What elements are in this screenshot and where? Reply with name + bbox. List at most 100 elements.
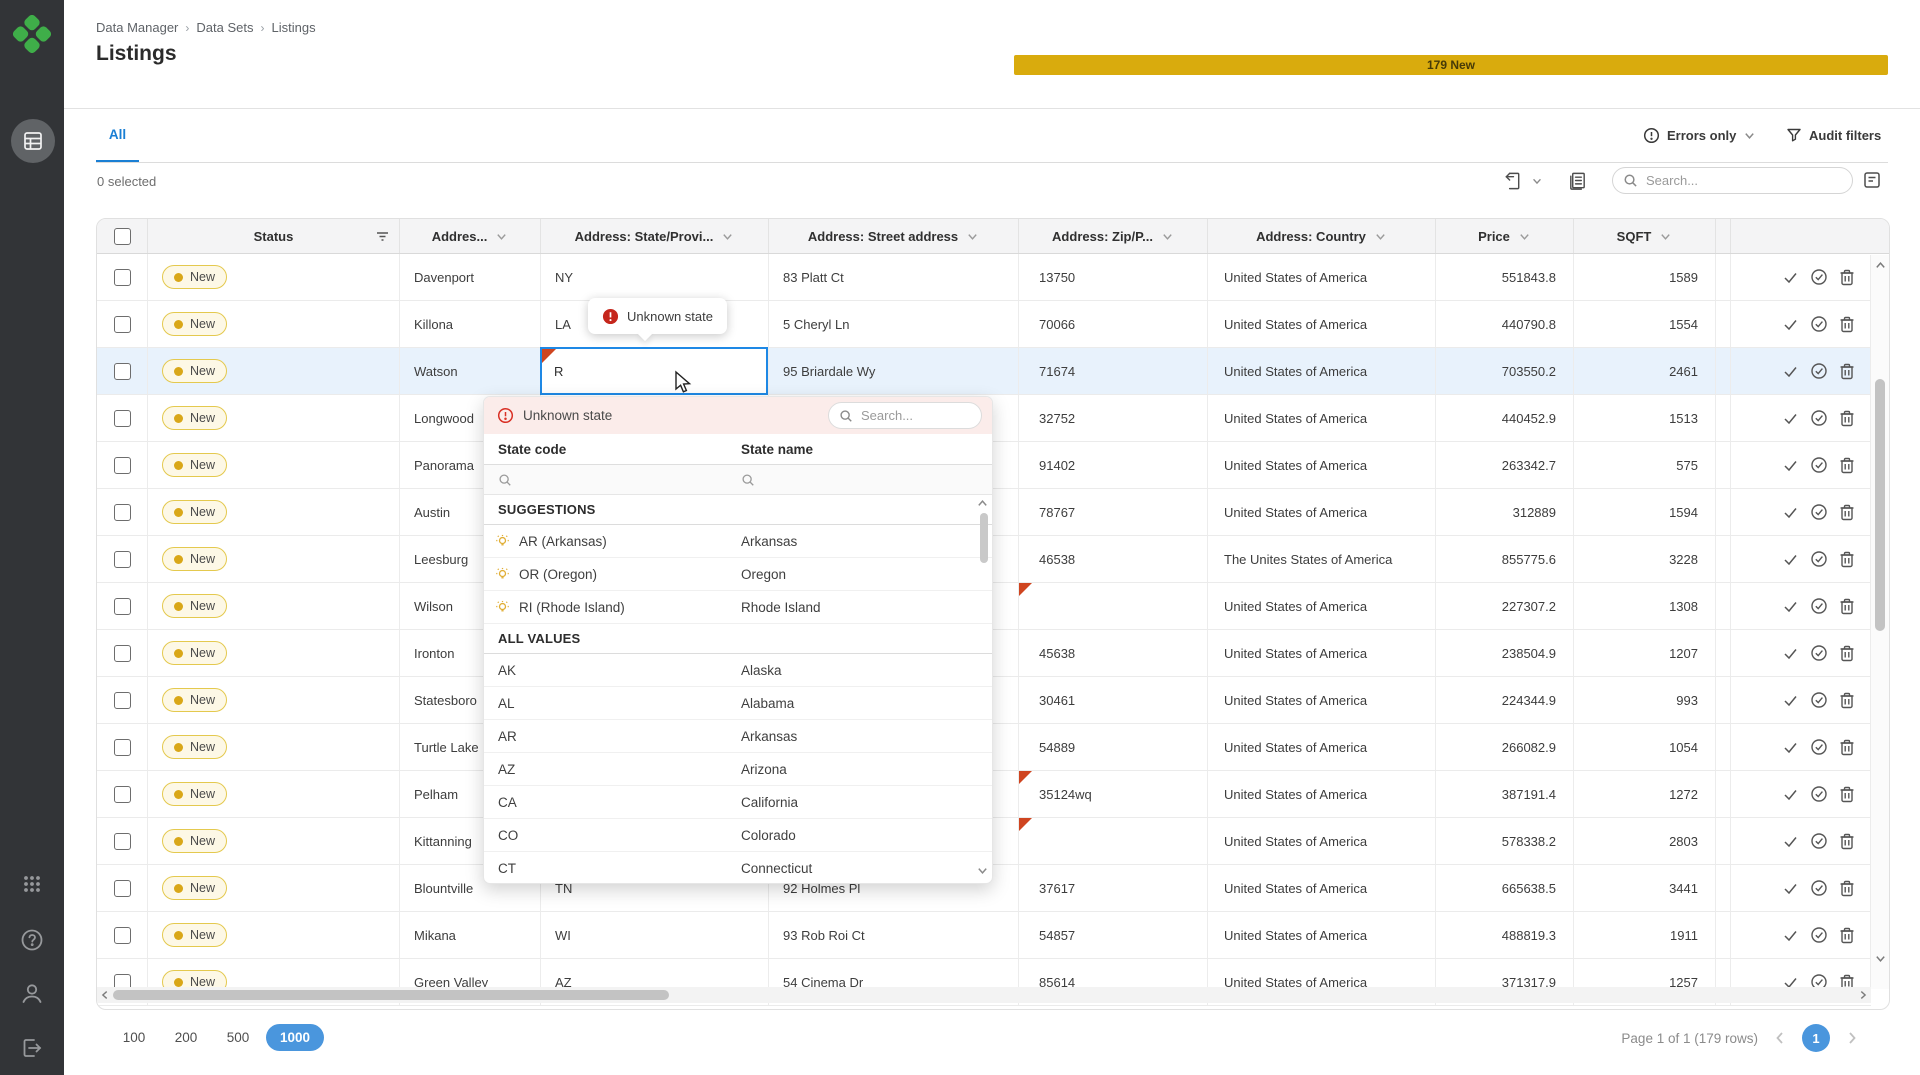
country-cell[interactable]: United States of America <box>1208 818 1436 864</box>
resolve-icon[interactable] <box>1810 597 1828 615</box>
price-cell[interactable]: 488819.3 <box>1436 912 1574 958</box>
row-checkbox[interactable] <box>114 410 131 427</box>
resolve-icon[interactable] <box>1810 456 1828 474</box>
table-row[interactable]: NewWatson95 Briardale Wy71674United Stat… <box>97 348 1871 395</box>
row-checkbox[interactable] <box>114 927 131 944</box>
resolve-icon[interactable] <box>1810 268 1828 286</box>
select-all-checkbox[interactable] <box>114 228 131 245</box>
row-checkbox[interactable] <box>114 363 131 380</box>
chevron-down-icon[interactable] <box>721 230 734 243</box>
street-cell[interactable]: 95 Briardale Wy <box>769 348 1019 394</box>
column-header-Address: Street address[interactable]: Address: Street address <box>769 219 1019 253</box>
price-cell[interactable]: 578338.2 <box>1436 818 1574 864</box>
table-row[interactable]: NewKillonaLA5 Cheryl Ln70066United State… <box>97 301 1871 348</box>
resolve-icon[interactable] <box>1810 503 1828 521</box>
state-option[interactable]: RI (Rhode Island)Rhode Island <box>484 591 992 624</box>
state-option[interactable]: CACalifornia <box>484 786 992 819</box>
sqft-cell[interactable]: 2461 <box>1574 348 1716 394</box>
delete-icon[interactable] <box>1839 644 1855 662</box>
breadcrumb-item[interactable]: Listings <box>271 20 315 35</box>
price-cell[interactable]: 440790.8 <box>1436 301 1574 347</box>
user-icon[interactable] <box>0 976 64 1012</box>
delete-icon[interactable] <box>1839 409 1855 427</box>
horizontal-scrollbar-thumb[interactable] <box>113 990 669 1000</box>
delete-icon[interactable] <box>1839 597 1855 615</box>
zip-cell[interactable]: 37617 <box>1019 865 1208 911</box>
column-header-Address: Country[interactable]: Address: Country <box>1208 219 1436 253</box>
sqft-cell[interactable]: 1594 <box>1574 489 1716 535</box>
scroll-right-icon[interactable] <box>1857 989 1869 1001</box>
state-option[interactable]: ARArkansas <box>484 720 992 753</box>
audit-filters-button[interactable]: Audit filters <box>1786 127 1881 143</box>
page-size-100[interactable]: 100 <box>110 1024 158 1051</box>
sqft-cell[interactable]: 1207 <box>1574 630 1716 676</box>
price-cell[interactable]: 312889 <box>1436 489 1574 535</box>
scroll-down-icon[interactable] <box>976 864 989 877</box>
price-cell[interactable]: 703550.2 <box>1436 348 1574 394</box>
zip-cell[interactable]: 13750 <box>1019 254 1208 300</box>
zip-cell[interactable]: 78767 <box>1019 489 1208 535</box>
app-logo-clover-icon[interactable] <box>0 12 64 56</box>
state-option[interactable]: AZArizona <box>484 753 992 786</box>
approve-icon[interactable] <box>1782 363 1799 380</box>
sqft-cell[interactable]: 1272 <box>1574 771 1716 817</box>
resolve-icon[interactable] <box>1810 926 1828 944</box>
scroll-up-icon[interactable] <box>1874 259 1887 272</box>
resolve-icon[interactable] <box>1810 832 1828 850</box>
zip-cell[interactable] <box>1019 583 1208 629</box>
sqft-cell[interactable]: 1054 <box>1574 724 1716 770</box>
delete-icon[interactable] <box>1839 691 1855 709</box>
street-cell[interactable]: 93 Rob Roi Ct <box>769 912 1019 958</box>
column-header-Price[interactable]: Price <box>1436 219 1574 253</box>
state-cell-editor[interactable]: R <box>540 347 768 395</box>
resolve-icon[interactable] <box>1810 691 1828 709</box>
log-panel-icon[interactable] <box>1862 170 1882 190</box>
approve-icon[interactable] <box>1782 927 1799 944</box>
chevron-down-icon[interactable] <box>1161 230 1174 243</box>
sqft-cell[interactable]: 1554 <box>1574 301 1716 347</box>
row-checkbox[interactable] <box>114 833 131 850</box>
state-option[interactable]: OR (Oregon)Oregon <box>484 558 992 591</box>
country-cell[interactable]: United States of America <box>1208 348 1436 394</box>
resolve-icon[interactable] <box>1810 550 1828 568</box>
street-cell[interactable]: 83 Platt Ct <box>769 254 1019 300</box>
row-checkbox[interactable] <box>114 457 131 474</box>
row-checkbox[interactable] <box>114 551 131 568</box>
sqft-cell[interactable]: 1589 <box>1574 254 1716 300</box>
zip-cell[interactable]: 70066 <box>1019 301 1208 347</box>
delete-icon[interactable] <box>1839 362 1855 380</box>
zip-cell[interactable]: 30461 <box>1019 677 1208 723</box>
approve-icon[interactable] <box>1782 551 1799 568</box>
chevron-down-icon[interactable] <box>1659 230 1672 243</box>
errors-only-dropdown[interactable]: Errors only <box>1643 127 1756 144</box>
price-cell[interactable]: 387191.4 <box>1436 771 1574 817</box>
column-header-Address: Zip/P...[interactable]: Address: Zip/P... <box>1019 219 1208 253</box>
approve-icon[interactable] <box>1782 739 1799 756</box>
approve-icon[interactable] <box>1782 598 1799 615</box>
country-cell[interactable]: United States of America <box>1208 865 1436 911</box>
popup-search-input[interactable]: Search... <box>828 402 982 429</box>
zip-cell[interactable]: 32752 <box>1019 395 1208 441</box>
row-checkbox[interactable] <box>114 692 131 709</box>
country-cell[interactable]: United States of America <box>1208 583 1436 629</box>
row-checkbox[interactable] <box>114 504 131 521</box>
chevron-down-icon[interactable] <box>1374 230 1387 243</box>
approve-icon[interactable] <box>1782 410 1799 427</box>
price-cell[interactable]: 665638.5 <box>1436 865 1574 911</box>
popup-scrollbar-thumb[interactable] <box>980 513 988 563</box>
city-cell[interactable]: Killona <box>400 301 541 347</box>
approve-icon[interactable] <box>1782 692 1799 709</box>
state-cell[interactable]: NY <box>541 254 769 300</box>
sqft-cell[interactable]: 575 <box>1574 442 1716 488</box>
city-cell[interactable]: Watson <box>400 348 541 394</box>
breadcrumb-item[interactable]: Data Manager <box>96 20 178 35</box>
delete-icon[interactable] <box>1839 550 1855 568</box>
next-page-icon[interactable] <box>1844 1030 1860 1046</box>
sqft-cell[interactable]: 1308 <box>1574 583 1716 629</box>
vertical-scrollbar[interactable] <box>1870 255 1889 989</box>
state-option[interactable]: COColorado <box>484 819 992 852</box>
resolve-icon[interactable] <box>1810 785 1828 803</box>
row-checkbox[interactable] <box>114 739 131 756</box>
state-cell[interactable]: WI <box>541 912 769 958</box>
prev-page-icon[interactable] <box>1772 1030 1788 1046</box>
